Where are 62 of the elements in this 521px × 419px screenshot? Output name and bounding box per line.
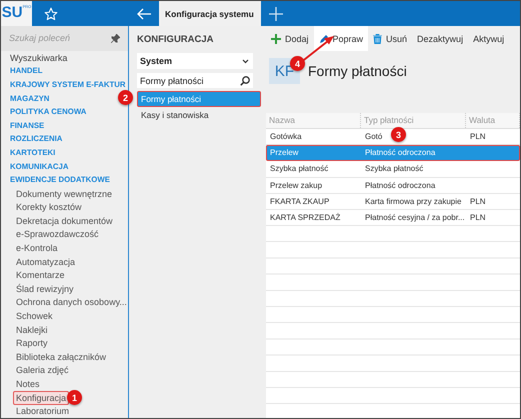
- toolbar-button[interactable]: Dodaj: [266, 26, 314, 51]
- toolbar-button[interactable]: Aktywuj: [468, 26, 510, 51]
- panel-title: KONFIGURACJA: [137, 34, 215, 45]
- toolbar-button[interactable]: Dezaktywuj: [412, 26, 468, 51]
- list-item[interactable]: Kasy i stanowiska: [137, 107, 261, 123]
- table-row[interactable]: Szybka płatność Szybka płatność: [266, 161, 520, 178]
- pencil-icon: [318, 34, 329, 44]
- table-cell: PLN: [470, 196, 486, 206]
- search-icon[interactable]: [240, 76, 250, 86]
- table-cell: KARTA SPRZEDAŻ: [270, 213, 340, 222]
- back-arrow-icon[interactable]: [136, 8, 152, 20]
- table-cell: Przelew zakup: [270, 180, 322, 190]
- menu-item[interactable]: Ślad rewizyjny: [13, 282, 77, 296]
- menu-item[interactable]: Dekretacja dokumentów: [13, 214, 116, 228]
- table-cell: Płatność odroczona: [365, 180, 436, 190]
- table-cell: Gotó: [365, 132, 382, 142]
- menu-item[interactable]: Komentarze: [13, 268, 68, 282]
- toolbar-button[interactable]: Usuń: [368, 26, 412, 51]
- table-cell: FKARTA ZKAUP: [270, 196, 330, 206]
- pin-icon[interactable]: [111, 34, 120, 43]
- table-cell: Szybka płatność: [270, 164, 328, 174]
- plus-icon: [271, 34, 281, 44]
- page-title: Formy płatności: [308, 62, 407, 81]
- table-cell: Przelew: [270, 148, 298, 158]
- star-icon[interactable]: [44, 6, 58, 20]
- menu-item[interactable]: Korekty kosztów: [13, 200, 85, 214]
- menu-item[interactable]: Naklejki: [13, 322, 51, 337]
- search-field[interactable]: Szukaj poleceń: [9, 33, 107, 44]
- trash-icon: [373, 34, 382, 44]
- step-badge: 4: [290, 56, 305, 71]
- menu-item[interactable]: Biblioteka załączników: [13, 350, 110, 364]
- table-row[interactable]: Przelew zakup Płatność odroczona: [266, 178, 520, 194]
- step-badge: 2: [118, 90, 133, 105]
- menu-item[interactable]: Galeria zdjęć: [13, 363, 72, 378]
- menu-item[interactable]: Schowek: [13, 309, 56, 324]
- chevron-down-icon: [242, 58, 249, 64]
- menu-item[interactable]: e-Sprawozdawczość: [13, 227, 102, 242]
- menu-item[interactable]: Konfiguracja: [13, 390, 70, 405]
- search-field[interactable]: Formy płatności: [140, 76, 240, 86]
- plus-icon[interactable]: [269, 6, 283, 20]
- step-badge: 1: [67, 390, 82, 405]
- table-cell: Płatność cesyjna / za pobr...: [365, 213, 465, 222]
- menu-item[interactable]: Dokumenty wewnętrzne: [13, 186, 116, 201]
- menu-item[interactable]: Wyszukiwarka: [7, 50, 70, 65]
- table-cell: Karta firmowa przy zakupie: [365, 196, 462, 206]
- table-cell: Płatność odroczona: [365, 148, 436, 158]
- menu-item[interactable]: Notes: [13, 377, 43, 392]
- menu-item[interactable]: Laboratorium: [13, 404, 72, 418]
- dropdown[interactable]: System: [137, 53, 253, 69]
- menu-item[interactable]: Ochrona danych osobowy...: [13, 295, 130, 310]
- menu-item[interactable]: Raporty: [13, 336, 51, 350]
- window-tab[interactable]: Konfiguracja systemu: [159, 1, 261, 26]
- search-field[interactable]: Formy płatności: [137, 73, 253, 88]
- search-field[interactable]: Szukaj poleceń: [1, 26, 128, 51]
- table-cell: Szybka płatność: [365, 164, 424, 174]
- menu-item[interactable]: Automatyzacja: [13, 254, 78, 269]
- table-cell: PLN: [470, 213, 486, 222]
- menu-item[interactable]: e-Kontrola: [13, 241, 61, 256]
- table-cell: PLN: [470, 132, 486, 142]
- table-row[interactable]: FKARTA ZKAUP Karta firmowa przy zakupie PLN: [266, 194, 520, 210]
- table-cell: Gotówka: [270, 132, 302, 142]
- toolbar-button[interactable]: Popraw: [314, 26, 368, 51]
